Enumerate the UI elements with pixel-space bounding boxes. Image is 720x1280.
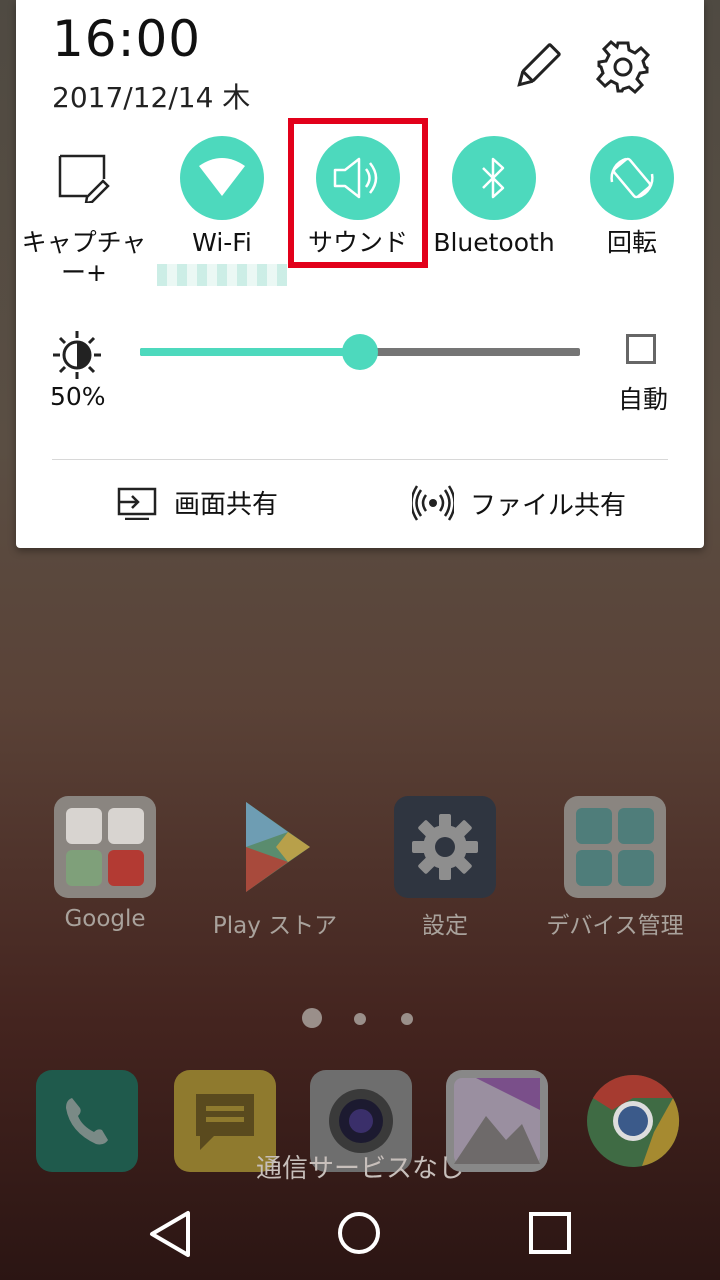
file-share-label: ファイル共有: [470, 490, 627, 521]
settings-app-icon: [394, 796, 496, 898]
app-settings[interactable]: 設定: [360, 796, 530, 940]
brightness-slider-fill: [140, 348, 360, 356]
screen-share-label: 画面共有: [174, 490, 279, 520]
tile-rotate[interactable]: 回転: [562, 136, 702, 258]
tile-label: キャプチャー+: [21, 228, 147, 287]
brightness-slider-thumb[interactable]: [342, 334, 378, 370]
clock: 16:00: [52, 10, 202, 68]
play-store-icon: [224, 796, 326, 898]
divider: [52, 459, 668, 460]
bluetooth-icon: [452, 136, 536, 220]
brightness-slider[interactable]: [140, 334, 580, 370]
settings-button[interactable]: [594, 38, 652, 96]
rotate-icon: [590, 136, 674, 220]
nfc-share-icon: [412, 485, 454, 521]
quick-settings-panel: 16:00 2017/12/14 木 キャプチャー+ Wi-Fi サウンド Bl…: [16, 0, 704, 548]
page-dot-active: [302, 1008, 322, 1028]
screen-share-icon: [117, 487, 157, 520]
tile-label: Wi-Fi: [192, 228, 252, 257]
home-icon[interactable]: [336, 1210, 382, 1256]
app-label: Play ストア: [212, 913, 338, 939]
device-management-folder-icon: [564, 796, 666, 898]
app-label: デバイス管理: [546, 913, 684, 939]
date: 2017/12/14 木: [52, 81, 251, 114]
sound-tile-highlight: [288, 118, 428, 268]
app-label: Google: [64, 906, 146, 932]
brightness-icon: [53, 331, 101, 379]
file-share-button[interactable]: ファイル共有: [412, 484, 626, 522]
page-dot: [354, 1013, 366, 1025]
app-label: 設定: [422, 913, 468, 939]
capture-icon: [42, 136, 126, 220]
tile-label: Bluetooth: [433, 228, 555, 257]
screen-share-button[interactable]: 画面共有: [116, 484, 278, 521]
tile-wifi[interactable]: Wi-Fi: [152, 136, 292, 286]
google-folder-icon: [54, 796, 156, 898]
back-icon[interactable]: [148, 1210, 192, 1258]
tile-label: 回転: [606, 228, 657, 257]
auto-brightness-checkbox[interactable]: [626, 334, 656, 364]
app-google-folder[interactable]: Google: [20, 796, 190, 932]
app-device-management[interactable]: デバイス管理: [530, 796, 700, 940]
tile-bluetooth[interactable]: Bluetooth: [424, 136, 564, 258]
edit-button[interactable]: [510, 40, 564, 94]
app-play-store[interactable]: Play ストア: [190, 796, 360, 940]
brightness-value: 50%: [50, 382, 106, 411]
gear-icon: [595, 39, 651, 95]
tile-capture-plus[interactable]: キャプチャー+: [14, 136, 154, 288]
auto-brightness-label: 自動: [618, 385, 669, 414]
navigation-bar: [0, 1180, 720, 1280]
pencil-icon: [517, 43, 561, 87]
recents-icon[interactable]: [528, 1211, 572, 1255]
wifi-network-name-redacted: [157, 264, 287, 286]
page-dot: [401, 1013, 413, 1025]
wifi-icon: [180, 136, 264, 220]
